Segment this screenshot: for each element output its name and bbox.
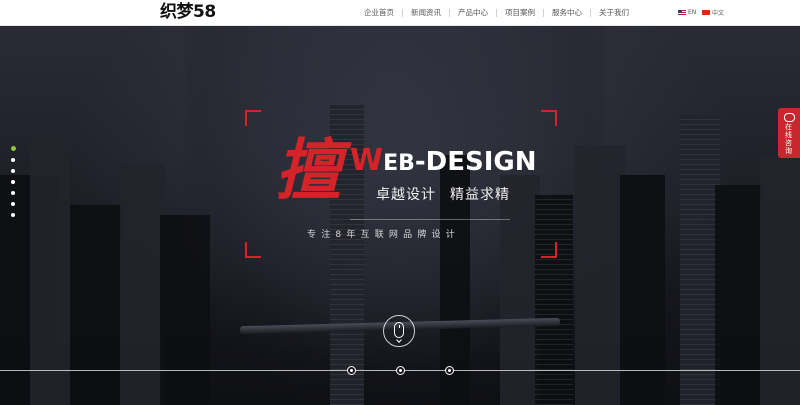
hero-slogan: 卓越设计 精益求精 xyxy=(376,184,510,204)
nav-item-home[interactable]: 企业首页 xyxy=(356,0,402,25)
site-logo[interactable]: 织梦58 xyxy=(160,2,216,23)
hero-divider xyxy=(350,219,510,220)
hero-banner: 擅 WEB-DESIGN 卓越设计 精益求精 专注8年互联网品牌设计 xyxy=(0,26,800,405)
slide-dot[interactable] xyxy=(11,158,15,162)
lang-switch-cn[interactable]: 中文 xyxy=(702,0,724,25)
skyline-building xyxy=(120,165,165,405)
hero-calligraphy-char: 擅 xyxy=(275,131,341,209)
slogan-part-1: 卓越设计 xyxy=(376,187,436,203)
mouse-icon xyxy=(394,322,404,338)
consult-label: 在线咨询 xyxy=(785,123,792,155)
slide-dot[interactable] xyxy=(11,202,15,206)
headline-small-caps: EB xyxy=(383,151,415,176)
slide-dot[interactable] xyxy=(11,213,15,217)
hero-subtitle: 专注8年互联网品牌设计 xyxy=(307,230,460,240)
frame-corner-bottom-left xyxy=(245,242,261,258)
skyline-building xyxy=(70,205,125,405)
frame-corner-top-left xyxy=(245,110,261,126)
chevron-down-icon xyxy=(396,337,402,343)
slide-pager xyxy=(11,146,16,224)
slide-dot[interactable] xyxy=(11,191,15,195)
headline-rest: -DESIGN xyxy=(414,147,537,177)
skyline-building xyxy=(30,135,70,405)
slide-dot-active[interactable] xyxy=(11,146,16,151)
timeline-dot[interactable] xyxy=(347,366,356,375)
timeline-dot[interactable] xyxy=(445,366,454,375)
online-consult-button[interactable]: 在线咨询 xyxy=(778,108,800,158)
lang-en-label: EN xyxy=(688,9,697,16)
slide-dot[interactable] xyxy=(11,169,15,173)
scroll-down-button[interactable] xyxy=(383,315,415,347)
nav-item-products[interactable]: 产品中心 xyxy=(450,0,496,25)
slide-dot[interactable] xyxy=(11,180,15,184)
frame-corner-bottom-right xyxy=(541,242,557,258)
us-flag-icon xyxy=(678,10,686,15)
hero-headline: WEB-DESIGN xyxy=(350,146,537,179)
skyline-windows xyxy=(680,115,720,405)
lang-switch-en[interactable]: EN xyxy=(678,0,696,25)
nav-item-service[interactable]: 服务中心 xyxy=(544,0,590,25)
chat-icon xyxy=(784,113,795,122)
nav-item-news[interactable]: 新闻资讯 xyxy=(403,0,449,25)
nav-item-about[interactable]: 关于我们 xyxy=(591,0,637,25)
slogan-part-2: 精益求精 xyxy=(450,187,510,203)
lang-cn-label: 中文 xyxy=(712,10,725,17)
site-header: 织梦58 企业首页 新闻资讯 产品中心 项目案例 服务中心 关于我们 EN 中文 xyxy=(0,0,800,26)
main-nav: 企业首页 新闻资讯 产品中心 项目案例 服务中心 关于我们 xyxy=(356,0,637,25)
skyline-building xyxy=(715,185,765,405)
skyline-building xyxy=(575,145,625,405)
skyline-windows xyxy=(535,195,573,405)
nav-item-cases[interactable]: 项目案例 xyxy=(497,0,543,25)
cn-flag-icon xyxy=(702,10,710,15)
skyline-building xyxy=(760,155,800,405)
timeline-dot[interactable] xyxy=(396,366,405,375)
headline-initial: W xyxy=(350,143,384,178)
frame-corner-top-right xyxy=(541,110,557,126)
